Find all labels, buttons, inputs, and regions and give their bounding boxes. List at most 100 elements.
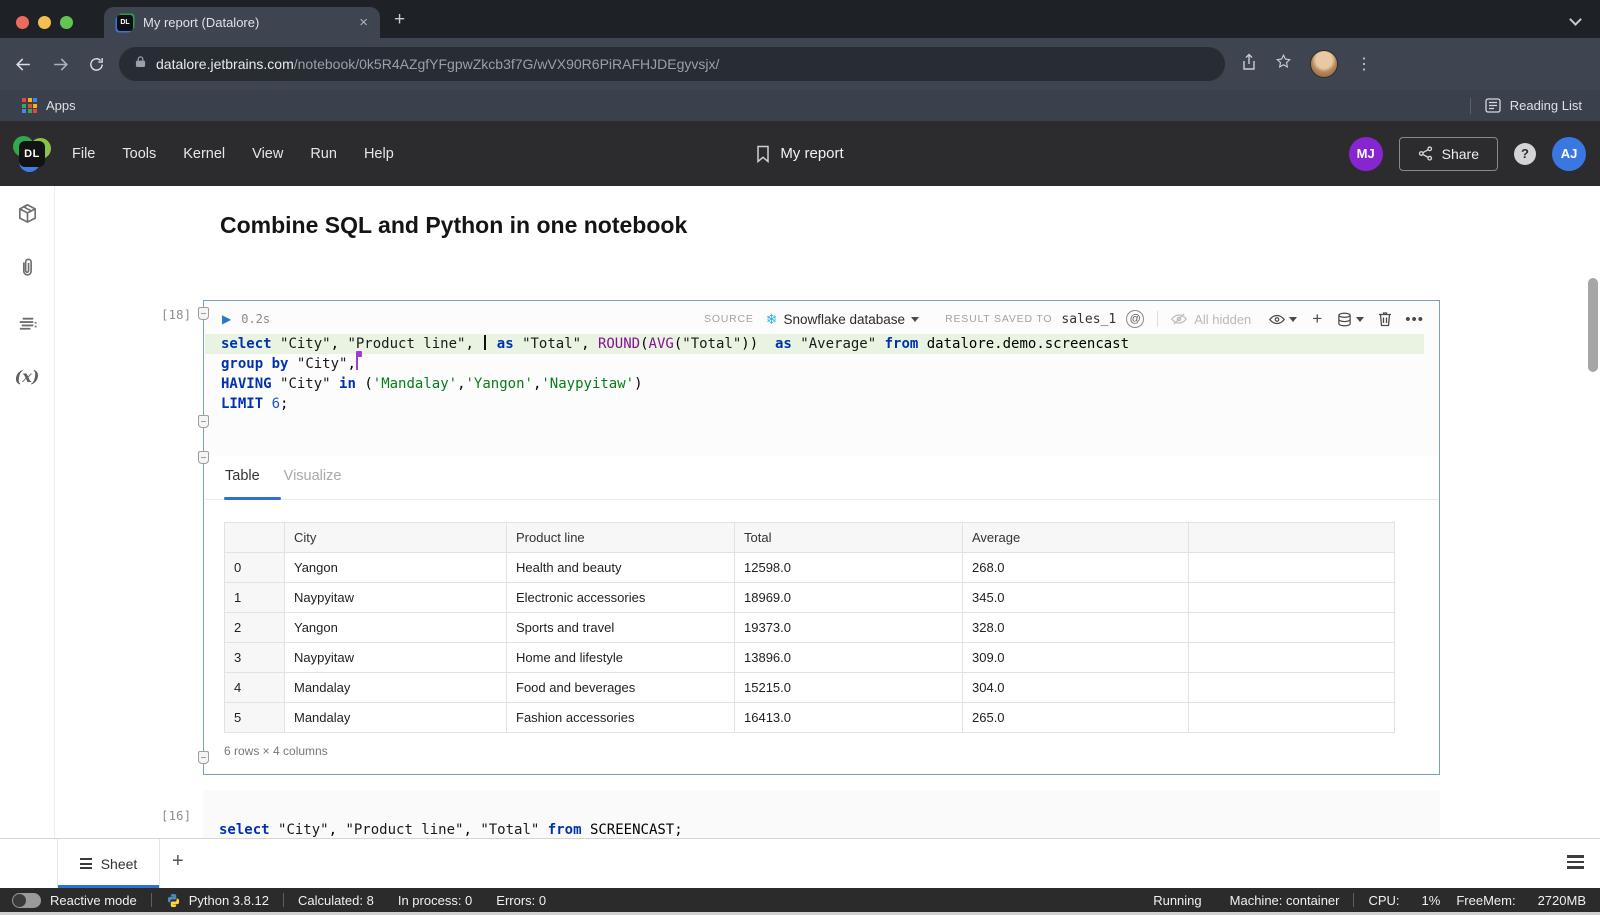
code-line[interactable]: HAVING "City" in ('Mandalay','Yangon','N… [205,374,1438,394]
cell-toolbar: ▶ 0.2s SOURCE ❄ Snowflake database RESUL… [205,306,1438,332]
cpu-label: CPU: [1368,893,1399,908]
new-tab-button[interactable]: + [394,9,405,31]
result-table[interactable]: CityProduct lineTotalAverage 0YangonHeal… [224,522,1395,733]
freemem-label: FreeMem: [1456,893,1515,908]
close-window-button[interactable] [16,16,29,29]
table-row: 0YangonHealth and beauty12598.0268.0 [225,553,1395,583]
cell-handle[interactable] [198,415,209,428]
cell-handle[interactable] [198,751,209,764]
apps-grid-icon[interactable] [22,98,37,113]
database-icon[interactable] [1337,312,1352,327]
menu-help[interactable]: Help [364,146,394,162]
machine-label: Machine: container [1230,893,1340,908]
tab-visualize[interactable]: Visualize [284,468,342,484]
datalore-logo[interactable]: DL [14,135,52,173]
snowflake-icon: ❄ [766,311,778,328]
browser-tab[interactable]: DL My report (Datalore) × [104,7,380,38]
bookmark-star-icon[interactable] [1275,53,1292,75]
reading-list-label[interactable]: Reading List [1510,98,1582,113]
lock-icon[interactable] [135,55,146,73]
forward-icon[interactable] [51,55,70,74]
macos-traffic-lights[interactable] [16,16,73,29]
column-header [225,523,285,553]
run-cell-icon[interactable]: ▶ [222,312,231,326]
menu-view[interactable]: View [252,146,283,162]
delete-cell-icon[interactable] [1378,311,1392,327]
user-avatar[interactable]: AJ [1552,137,1586,171]
visibility-icon[interactable] [1269,313,1285,326]
bookmarks-bar: Apps Reading List [0,90,1600,121]
url-path: /notebook/0k5R4AZgfYFgpwZkcb3f7G/wVX90R6… [294,56,720,72]
address-bar[interactable]: datalore.jetbrains.com/notebook/0k5R4AZg… [119,47,1225,81]
bookmark-icon [756,145,770,163]
chevron-down-icon[interactable] [911,317,919,322]
sql-editor[interactable]: select "City", "Product line", as "Total… [205,334,1438,414]
reactive-mode-label: Reactive mode [50,893,137,908]
table-row: 4MandalayFood and beverages15215.0304.0 [225,673,1395,703]
packages-icon[interactable] [16,202,39,225]
sql-cell-below[interactable]: select "City", "Product line", "Total" f… [203,790,1440,838]
cell-handle[interactable] [198,307,209,320]
kernel-label[interactable]: Python 3.8.12 [189,893,269,908]
menu-file[interactable]: File [72,146,95,162]
help-button[interactable]: ? [1514,143,1536,165]
menu-kernel[interactable]: Kernel [183,146,225,162]
calculated-count: Calculated: 8 [298,893,374,908]
add-sheet-button[interactable]: + [172,850,184,873]
report-title[interactable]: My report [780,145,843,162]
table-row: 1NaypyitawElectronic accessories18969.03… [225,583,1395,613]
apps-label[interactable]: Apps [46,98,76,113]
bookmarks-divider [1470,98,1471,114]
table-header-row: CityProduct lineTotalAverage [225,523,1395,553]
code-line[interactable]: select "City", "Product line", as "Total… [205,334,1424,354]
table-summary: 6 rows × 4 columns [224,744,328,758]
minimize-window-button[interactable] [38,16,51,29]
tab-table[interactable]: Table [225,468,260,484]
attachments-icon[interactable] [16,257,38,280]
sql-cell[interactable]: ▶ 0.2s SOURCE ❄ Snowflake database RESUL… [203,300,1440,775]
errors-count: Errors: 0 [496,893,546,908]
tab-search-chevron-icon[interactable] [1569,13,1582,26]
reactive-mode-toggle[interactable] [12,893,41,908]
chevron-down-icon[interactable] [1356,317,1364,322]
add-cell-icon[interactable]: + [1312,309,1322,329]
browser-profile-avatar[interactable] [1310,50,1338,78]
menu-run[interactable]: Run [310,146,337,162]
collaborator-avatar[interactable]: MJ [1349,137,1383,171]
url-host: datalore.jetbrains.com [156,56,294,72]
sheet-menu-icon[interactable] [1567,855,1584,869]
column-header: Average [963,523,1189,553]
notebook-title: Combine SQL and Python in one notebook [220,212,687,239]
cell-handle[interactable] [198,451,209,464]
reading-list-icon[interactable] [1485,98,1501,113]
eye-off-icon[interactable] [1171,312,1187,326]
menu-tools[interactable]: Tools [122,146,156,162]
code-line[interactable]: LIMIT 6; [205,394,1438,414]
browser-menu-icon[interactable]: ⋮ [1356,54,1372,74]
share-button[interactable]: Share [1399,137,1498,171]
code-line[interactable]: group by "City", [205,354,1438,374]
column-header [1189,523,1395,553]
browser-toolbar: datalore.jetbrains.com/notebook/0k5R4AZg… [0,38,1600,90]
maximize-window-button[interactable] [60,16,73,29]
page-scrollbar-thumb[interactable] [1588,278,1598,372]
source-selector[interactable]: Snowflake database [783,312,905,327]
variables-icon[interactable]: (x) [15,367,40,386]
result-saved-label: RESULT SAVED TO [945,313,1052,325]
column-header: Product line [507,523,735,553]
reload-icon[interactable] [88,56,105,73]
sql-editor[interactable]: select "City", "Product line", "Total" f… [203,820,1440,838]
chevron-down-icon[interactable] [1289,317,1297,322]
browser-tab-strip: DL My report (Datalore) × + [0,0,1600,38]
back-icon[interactable] [14,55,33,74]
sheet-bar: Sheet + [0,838,1600,888]
share-page-icon[interactable] [1241,53,1257,75]
code-line[interactable]: select "City", "Product line", "Total" f… [203,820,1440,838]
more-options-icon[interactable]: ••• [1405,311,1424,328]
sheet-tab[interactable]: Sheet [57,839,160,888]
table-of-contents-icon[interactable] [16,312,39,335]
tab-close-icon[interactable]: × [357,15,370,30]
parameter-icon[interactable]: @ [1126,310,1144,328]
tab-title: My report (Datalore) [143,15,357,30]
result-variable-name[interactable]: sales_1 [1061,312,1116,327]
